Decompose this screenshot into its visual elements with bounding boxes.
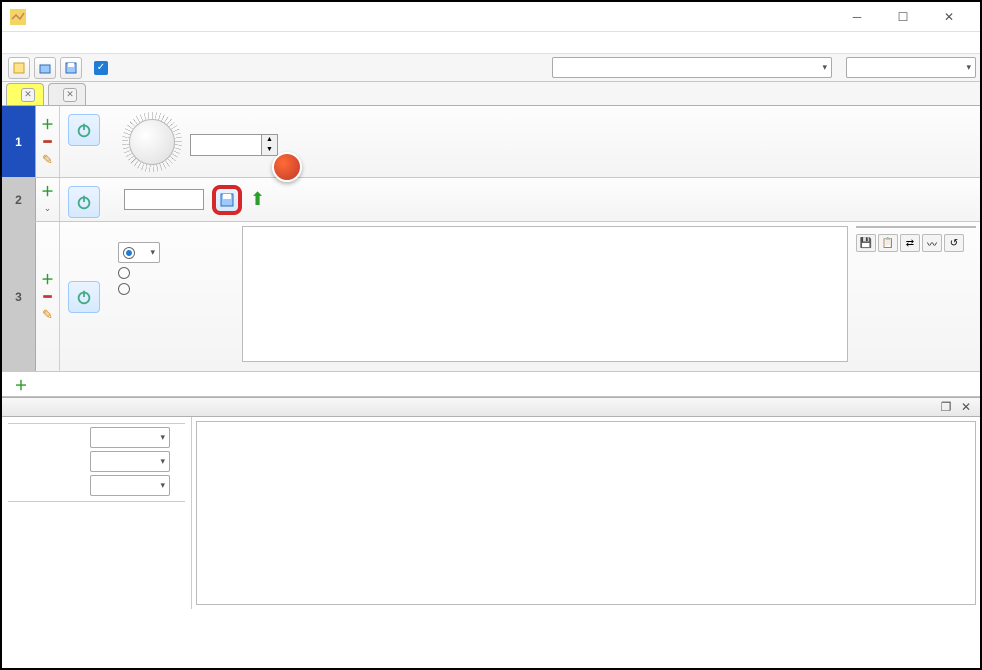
up-arrow-icon[interactable]: ⬆ — [250, 189, 265, 210]
tab-preset[interactable]: ✕ — [48, 83, 86, 105]
device-select[interactable] — [552, 57, 832, 78]
start-from-select[interactable] — [90, 427, 170, 448]
toolbar: ✓ — [2, 54, 980, 82]
power-button[interactable] — [68, 114, 100, 146]
radio-15band[interactable] — [118, 242, 160, 263]
include-file-input[interactable] — [124, 189, 204, 210]
save-icon[interactable]: 💾 — [856, 234, 876, 252]
row-number: 2 — [2, 178, 36, 221]
analysis-settings — [2, 417, 192, 609]
normalize-icon[interactable]: 〰 — [922, 234, 942, 252]
add-row: ＋ — [2, 372, 980, 396]
row-include: 2 ＋ ⌄ ⬆ — [2, 178, 980, 222]
save-button[interactable] — [60, 57, 82, 79]
power-button[interactable] — [68, 281, 100, 313]
open-button[interactable] — [34, 57, 56, 79]
analysis-body — [2, 417, 980, 609]
add-icon[interactable]: ＋ — [12, 376, 30, 392]
eq-graph[interactable] — [242, 226, 848, 362]
close-button[interactable]: ✕ — [926, 3, 972, 31]
browse-file-button[interactable] — [212, 185, 242, 215]
minimize-button[interactable]: ─ — [834, 3, 880, 31]
row-preamp: 1 ＋ ━ ✎ ▲▼ — [2, 106, 980, 178]
edit-icon[interactable]: ✎ — [39, 307, 57, 323]
maximize-button[interactable]: ☐ — [880, 3, 926, 31]
gain-input[interactable] — [191, 135, 261, 155]
channel-config-select[interactable] — [846, 57, 976, 78]
channel-select[interactable] — [90, 451, 170, 472]
new-button[interactable] — [8, 57, 30, 79]
instant-mode-checkbox[interactable]: ✓ — [94, 61, 108, 75]
clipboard-icon[interactable]: 📋 — [878, 234, 898, 252]
add-icon[interactable]: ＋ — [39, 183, 57, 199]
remove-icon[interactable]: ━ — [39, 289, 57, 305]
gain-knob[interactable] — [122, 112, 182, 172]
gain-spinner[interactable]: ▲▼ — [190, 134, 278, 156]
close-panel-icon[interactable]: ✕ — [958, 399, 974, 415]
undock-icon[interactable]: ❐ — [938, 399, 954, 415]
add-icon[interactable]: ＋ — [39, 116, 57, 132]
invert-icon[interactable]: ⇄ — [900, 234, 920, 252]
frequency-response-graph[interactable] — [196, 421, 976, 605]
radio-31band[interactable] — [118, 267, 136, 279]
settings-label — [8, 421, 185, 424]
expand-icon[interactable]: ⌄ — [39, 201, 57, 217]
tabbar: ✕ ✕ — [2, 82, 980, 106]
eq-data-table[interactable] — [856, 226, 976, 228]
app-icon — [10, 9, 26, 25]
row-number: 1 — [2, 106, 36, 177]
titlebar: ─ ☐ ✕ — [2, 2, 980, 32]
tab-config[interactable]: ✕ — [6, 83, 44, 105]
tab-close-icon[interactable]: ✕ — [21, 88, 35, 102]
annotation-marker — [272, 152, 302, 182]
menubar — [2, 32, 980, 54]
power-button[interactable] — [68, 186, 100, 218]
filter-rows: 1 ＋ ━ ✎ ▲▼ 2 ＋ ⌄ ⬆ 3 ＋ ━ ✎ — [2, 106, 980, 397]
analysis-header: ❐ ✕ — [2, 397, 980, 417]
edit-icon[interactable]: ✎ — [39, 152, 57, 168]
add-icon[interactable]: ＋ — [39, 271, 57, 287]
row-graphic-eq: 3 ＋ ━ ✎ 💾 📋 ⇄ 〰 ↺ — [2, 222, 980, 372]
radio-variable[interactable] — [118, 283, 136, 295]
reset-icon[interactable]: ↺ — [944, 234, 964, 252]
remove-icon[interactable]: ━ — [39, 134, 57, 150]
resolution-select[interactable] — [90, 475, 170, 496]
row-number: 3 — [2, 222, 36, 371]
tab-close-icon[interactable]: ✕ — [63, 88, 77, 102]
